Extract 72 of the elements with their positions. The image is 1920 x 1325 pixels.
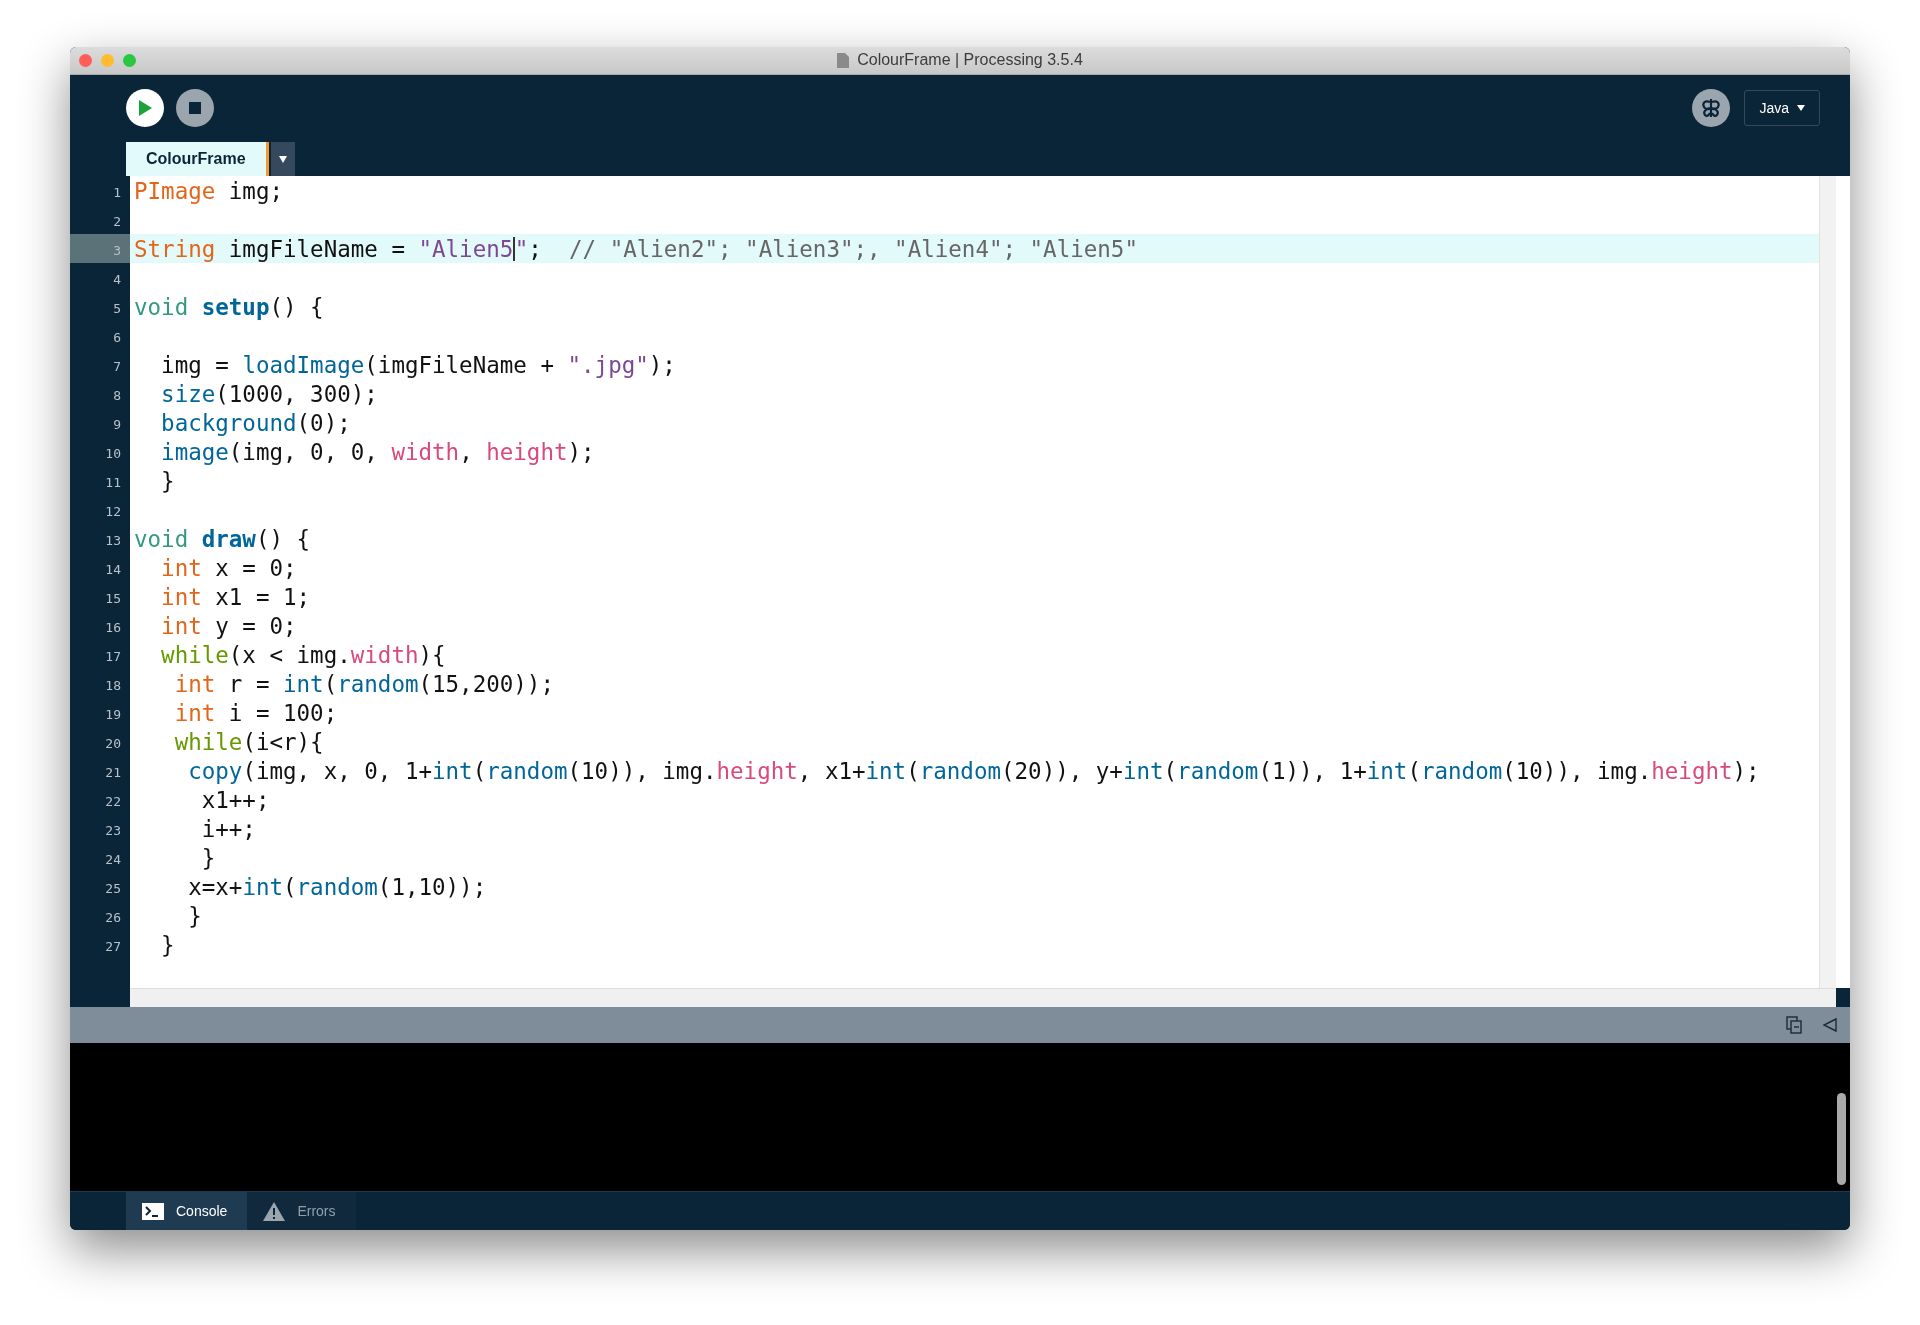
code-line: int r = int(random(15,200));	[173, 670, 554, 697]
stop-button[interactable]	[176, 89, 214, 128]
code-line: }	[160, 931, 175, 958]
caret-icon	[278, 155, 287, 163]
console-tab[interactable]: Console	[126, 1192, 248, 1230]
line-number: 9	[70, 408, 130, 437]
window-title: ColourFrame | Processing 3.5.4	[857, 51, 1083, 70]
line-number: 26	[70, 901, 130, 930]
code-line: copy(img, x, 0, 1+int(random(10)), img.height, x1+int(random(20)), y+int(random(1)), 1+int(random(10)), img.height);	[187, 757, 1760, 784]
code-line: img = loadImage(imgFileName + ".jpg");	[160, 351, 676, 378]
code-line: size(1000, 300);	[160, 380, 378, 407]
code-line: image(img, 0, 0, width, height);	[160, 438, 595, 465]
play-icon	[137, 99, 153, 118]
run-button[interactable]	[126, 89, 164, 128]
line-number: 21	[70, 756, 130, 785]
debugger-button[interactable]	[1692, 89, 1731, 128]
code-line: i++;	[200, 815, 256, 842]
line-number: 8	[70, 379, 130, 408]
sketch-tab[interactable]: ColourFrame	[126, 142, 269, 176]
tab-menu-button[interactable]	[270, 142, 295, 176]
code-line: background(0);	[160, 409, 351, 436]
code-line: void setup() {	[133, 293, 324, 320]
line-number: 3	[70, 234, 130, 263]
scrollbar[interactable]	[1819, 176, 1836, 988]
mode-dropdown[interactable]: Java	[1744, 90, 1820, 127]
line-number: 23	[70, 814, 130, 843]
stop-icon	[188, 101, 202, 116]
collapse-icon[interactable]	[1822, 1017, 1838, 1033]
close-button[interactable]	[79, 53, 92, 67]
warning-icon	[263, 1201, 286, 1221]
line-number: 1	[70, 176, 130, 205]
code-line: int x = 0;	[160, 554, 297, 581]
line-number: 13	[70, 524, 130, 553]
line-number: 15	[70, 582, 130, 611]
code-line: }	[160, 467, 175, 494]
line-number: 2	[70, 205, 130, 234]
code-line: while(x < img.width){	[160, 641, 446, 668]
line-number: 20	[70, 727, 130, 756]
line-number: 18	[70, 669, 130, 698]
terminal-icon	[142, 1202, 164, 1220]
line-number: 25	[70, 872, 130, 901]
errors-tab[interactable]: Errors	[247, 1192, 356, 1230]
line-number: 17	[70, 640, 130, 669]
line-number: 7	[70, 350, 130, 379]
code-line: String imgFileName = "Alien5"; // "Alien2"; "Alien3";, "Alien4"; "Alien5"	[133, 235, 1138, 262]
line-number: 5	[70, 292, 130, 321]
code-line: int y = 0;	[160, 612, 297, 639]
code-line: void draw() {	[133, 525, 311, 552]
line-number: 10	[70, 437, 130, 466]
code-line: int x1 = 1;	[160, 583, 311, 610]
line-number: 11	[70, 466, 130, 495]
line-number: 16	[70, 611, 130, 640]
line-number: 6	[70, 321, 130, 350]
code-line: while(i<r){	[173, 728, 324, 755]
line-number: 24	[70, 843, 130, 872]
line-number: 14	[70, 553, 130, 582]
line-number: 22	[70, 785, 130, 814]
horizontal-scrollbar[interactable]	[130, 988, 1836, 1007]
code-line: }	[187, 902, 202, 929]
code-line: int i = 100;	[173, 699, 338, 726]
line-number: 19	[70, 698, 130, 727]
line-number: 4	[70, 263, 130, 292]
line-number: 12	[70, 495, 130, 524]
caret-icon	[1797, 105, 1805, 112]
code-line: x1++;	[200, 786, 270, 813]
code-line: PImage img;	[133, 177, 283, 204]
code-line: }	[200, 844, 216, 871]
line-number: 27	[70, 930, 130, 959]
code-line: x=x+int(random(1,10));	[187, 873, 487, 900]
document-icon	[837, 52, 850, 68]
scrollbar[interactable]	[1837, 1093, 1846, 1185]
copy-icon[interactable]	[1786, 1016, 1802, 1034]
